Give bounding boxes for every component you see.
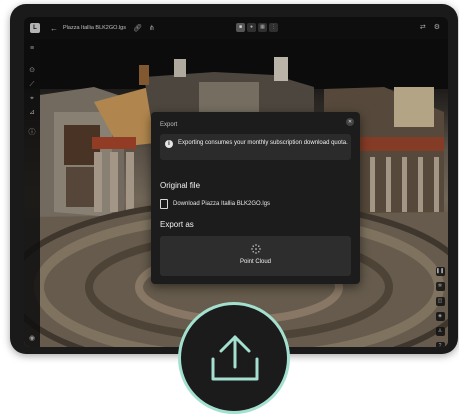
download-original-link[interactable]: Download Piazza Itallia BLK2GO.lgs bbox=[160, 199, 270, 209]
point-cloud-label: Point Cloud bbox=[239, 259, 272, 265]
close-icon[interactable]: ✕ bbox=[346, 118, 354, 126]
notice-text: Exporting consumes your monthly subscrip… bbox=[178, 140, 348, 146]
point-cloud-icon bbox=[251, 244, 261, 254]
point-cloud-export-option[interactable]: Point Cloud bbox=[160, 236, 351, 276]
app-screen: L ← Plazza Itallia BLK2GO.lgs 🔗︎ ⋔ ■ ● ▦… bbox=[24, 17, 448, 347]
export-dialog: Export ✕ i Exporting consumes your month… bbox=[151, 112, 360, 284]
info-icon: i bbox=[165, 140, 173, 148]
export-as-heading: Export as bbox=[160, 220, 194, 229]
download-file-label: Download Piazza Itallia BLK2GO.lgs bbox=[173, 201, 271, 207]
quota-notice: i Exporting consumes your monthly subscr… bbox=[160, 134, 351, 160]
dialog-title: Export bbox=[160, 122, 178, 128]
original-file-heading: Original file bbox=[160, 181, 201, 190]
upload-badge bbox=[178, 302, 290, 414]
file-icon bbox=[160, 199, 168, 209]
upload-icon bbox=[211, 335, 259, 381]
